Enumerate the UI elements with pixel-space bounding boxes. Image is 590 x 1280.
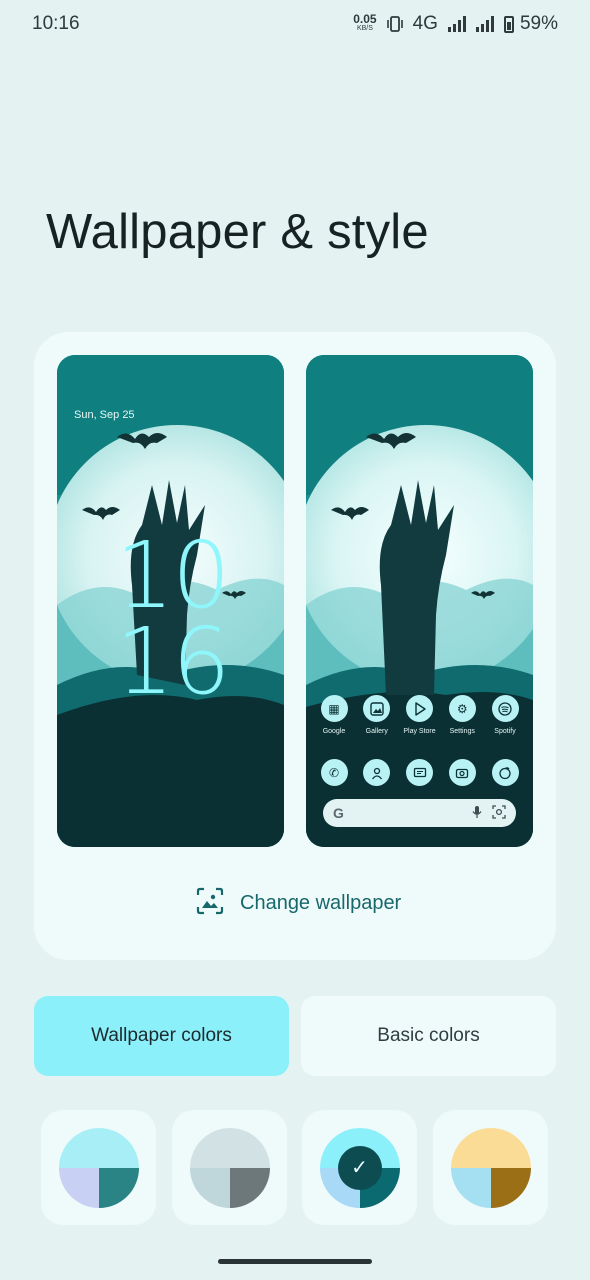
color-option-4[interactable] bbox=[433, 1110, 548, 1225]
color-swatch bbox=[58, 1127, 139, 1208]
app-gallery[interactable]: Gallery bbox=[357, 695, 397, 735]
contacts-icon bbox=[363, 759, 391, 786]
google-folder-icon: ▦ bbox=[320, 695, 348, 722]
network-type: 4G bbox=[412, 13, 438, 34]
status-time: 10:16 bbox=[32, 13, 80, 34]
color-swatch bbox=[450, 1127, 531, 1208]
color-swatch: ✓ bbox=[319, 1127, 400, 1208]
app-play-store[interactable]: Play Store bbox=[400, 695, 440, 735]
lock-date: Sun, Sep 25 bbox=[74, 409, 135, 421]
play-store-icon bbox=[406, 695, 433, 722]
spotify-icon bbox=[491, 695, 519, 722]
signal-1-icon bbox=[447, 16, 466, 32]
status-icons: 0.05 KB/S 4G 59% bbox=[353, 13, 558, 35]
app-settings[interactable]: ⚙ Settings bbox=[442, 695, 482, 735]
checkmark-icon: ✓ bbox=[337, 1145, 382, 1190]
lock-screen-preview[interactable]: Sun, Sep 25 10 16 bbox=[57, 355, 284, 847]
messages-icon bbox=[406, 759, 433, 786]
tab-basic-colors[interactable]: Basic colors bbox=[301, 996, 556, 1076]
microphone-icon[interactable] bbox=[472, 805, 482, 822]
app-browser[interactable] bbox=[485, 759, 525, 786]
lock-clock: 10 16 bbox=[115, 522, 230, 715]
app-contacts[interactable] bbox=[357, 759, 397, 786]
gallery-icon bbox=[363, 695, 391, 722]
vibrate-icon bbox=[386, 15, 403, 33]
status-bar: 10:16 0.05 KB/S 4G 59% bbox=[0, 0, 590, 48]
color-option-3[interactable]: ✓ bbox=[302, 1110, 417, 1225]
app-messages[interactable] bbox=[400, 759, 440, 786]
change-wallpaper-icon bbox=[196, 887, 224, 920]
wallpaper-preview-card: Sun, Sep 25 10 16 ▦ Google Gallery Play … bbox=[34, 332, 556, 960]
battery-icon bbox=[503, 15, 514, 33]
app-row-2: ✆ bbox=[314, 759, 525, 786]
battery-percent: 59% bbox=[519, 13, 558, 34]
app-row-1: ▦ Google Gallery Play Store ⚙ Settings S… bbox=[314, 695, 525, 735]
browser-icon bbox=[491, 759, 519, 786]
phone-icon: ✆ bbox=[320, 759, 348, 786]
home-search-bar[interactable]: G bbox=[323, 799, 516, 827]
settings-icon: ⚙ bbox=[448, 695, 476, 722]
color-option-1[interactable] bbox=[41, 1110, 156, 1225]
signal-2-icon bbox=[475, 16, 494, 32]
lens-icon[interactable] bbox=[492, 804, 506, 822]
app-google[interactable]: ▦ Google bbox=[314, 695, 354, 735]
network-speed: 0.05 KB/S bbox=[353, 12, 377, 32]
app-camera[interactable] bbox=[442, 759, 482, 786]
page-title: Wallpaper & style bbox=[46, 205, 429, 259]
color-option-2[interactable] bbox=[172, 1110, 287, 1225]
color-swatch bbox=[189, 1127, 270, 1208]
app-phone[interactable]: ✆ bbox=[314, 759, 354, 786]
change-wallpaper-button[interactable]: Change wallpaper bbox=[196, 887, 401, 920]
app-spotify[interactable]: Spotify bbox=[485, 695, 525, 735]
gesture-nav-handle[interactable] bbox=[218, 1259, 372, 1264]
camera-icon bbox=[448, 759, 476, 786]
google-logo: G bbox=[333, 805, 344, 821]
tab-wallpaper-colors[interactable]: Wallpaper colors bbox=[34, 996, 289, 1076]
home-screen-preview[interactable]: ▦ Google Gallery Play Store ⚙ Settings S… bbox=[306, 355, 533, 847]
